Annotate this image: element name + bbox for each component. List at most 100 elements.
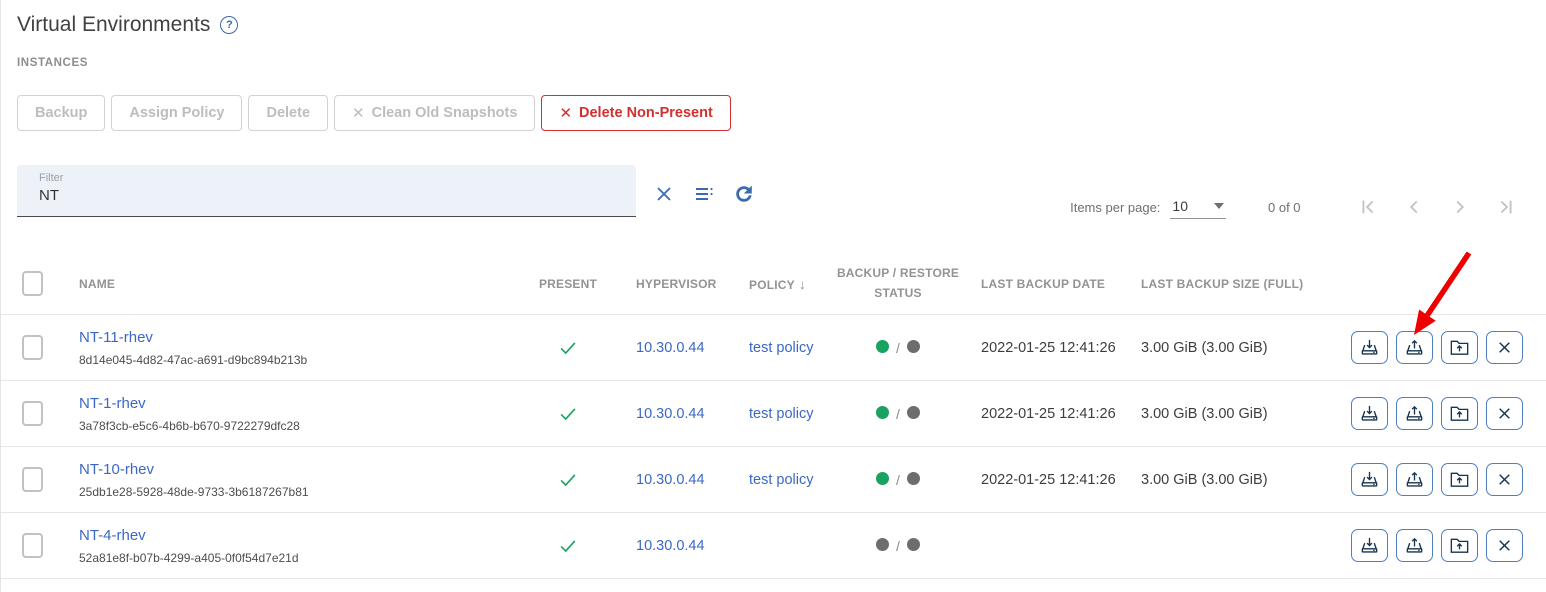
backup-tray-down-icon [1358,468,1381,491]
status-separator: / [896,538,900,554]
table-row: NT-11-rhev 8d14e045-4d82-47ac-a691-d9bc8… [1,315,1546,381]
select-all-checkbox[interactable] [22,271,43,296]
policy-link[interactable]: test policy [749,472,813,488]
delete-action-button[interactable] [1486,397,1523,430]
row-checkbox[interactable] [22,335,43,360]
items-per-page-select[interactable]: 10 [1170,196,1226,219]
filter-field[interactable]: Filter [17,165,636,217]
row-checkbox[interactable] [22,533,43,558]
instance-name-link[interactable]: NT-1-rhev [79,395,146,412]
backup-tray-down-icon [1358,336,1381,359]
items-per-page-value: 10 [1172,198,1188,214]
backup-action-button[interactable] [1351,463,1388,496]
header-last-backup-size: LAST BACKUP SIZE (FULL) [1123,277,1333,291]
last-backup-date: 2022-01-25 12:41:26 [963,472,1123,488]
filter-settings-button[interactable] [690,180,718,208]
page-header: Virtual Environments ? [17,13,1546,37]
restore-tray-up-icon [1403,336,1426,359]
mount-action-button[interactable] [1441,529,1478,562]
mount-action-button[interactable] [1441,331,1478,364]
hypervisor-link[interactable]: 10.30.0.44 [636,472,705,488]
filter-actions [650,180,758,208]
present-check-icon [557,337,579,359]
assign-policy-button[interactable]: Assign Policy [111,95,242,131]
instance-uuid: 52a81e8f-b07b-4299-a405-0f0f54d7e21d [79,551,518,565]
status-separator: / [896,406,900,422]
clear-filter-button[interactable] [650,180,678,208]
mount-action-button[interactable] [1441,397,1478,430]
filter-input[interactable] [39,187,599,204]
backup-status-dot [876,538,889,551]
folder-up-icon [1448,468,1471,491]
toolbar: Backup Assign Policy Delete ✕ Clean Old … [17,95,1546,131]
delete-action-button[interactable] [1486,331,1523,364]
present-check-icon [557,469,579,491]
clean-old-snapshots-button[interactable]: ✕ Clean Old Snapshots [334,95,535,131]
backup-action-button[interactable] [1351,529,1388,562]
mount-action-button[interactable] [1441,463,1478,496]
last-page-button[interactable] [1492,193,1520,221]
row-checkbox[interactable] [22,467,43,492]
present-check-icon [557,535,579,557]
refresh-icon [733,183,755,205]
delete-non-present-button[interactable]: ✕ Delete Non-Present [541,95,730,131]
chevron-down-icon [1214,203,1224,209]
hypervisor-link[interactable]: 10.30.0.44 [636,406,705,422]
delete-x-icon [1493,534,1516,557]
next-page-button[interactable] [1446,193,1474,221]
backup-status-dot [876,340,889,353]
backup-action-button[interactable] [1351,331,1388,364]
last-page-icon [1495,196,1517,218]
policy-link[interactable]: test policy [749,406,813,422]
refresh-button[interactable] [730,180,758,208]
table-row: NT-4-rhev 52a81e8f-b07b-4299-a405-0f0f54… [1,513,1546,579]
help-icon[interactable]: ? [220,16,238,34]
backup-status-dot [876,472,889,485]
status-separator: / [896,340,900,356]
restore-tray-up-icon [1403,402,1426,425]
x-icon: ✕ [352,104,365,122]
delete-x-icon [1493,402,1516,425]
instances-table: NAME PRESENT HYPERVISOR POLICY↓ BACKUP /… [1,253,1546,579]
policy-link[interactable]: test policy [749,340,813,356]
row-actions [1333,331,1546,364]
row-checkbox[interactable] [22,401,43,426]
previous-page-icon [1403,196,1425,218]
paginator: Items per page: 10 0 of 0 [1070,193,1520,221]
row-actions [1333,397,1546,430]
filter-field-label: Filter [39,172,63,184]
backup-tray-down-icon [1358,402,1381,425]
restore-action-button[interactable] [1396,331,1433,364]
previous-page-button[interactable] [1400,193,1428,221]
restore-action-button[interactable] [1396,529,1433,562]
backup-tray-down-icon [1358,534,1381,557]
sort-descending-icon: ↓ [799,276,806,292]
header-hypervisor: HYPERVISOR [618,277,731,291]
instance-uuid: 3a78f3cb-e5c6-4b6b-b670-9722279dfc28 [79,419,518,433]
backup-action-button[interactable] [1351,397,1388,430]
present-check-icon [557,403,579,425]
header-policy[interactable]: POLICY↓ [731,276,833,292]
backup-button[interactable]: Backup [17,95,105,131]
instances-section-label: INSTANCES [17,57,1546,69]
instance-name-link[interactable]: NT-11-rhev [79,329,153,346]
header-last-backup-date: LAST BACKUP DATE [963,277,1123,291]
restore-action-button[interactable] [1396,397,1433,430]
delete-action-button[interactable] [1486,529,1523,562]
restore-tray-up-icon [1403,468,1426,491]
hypervisor-link[interactable]: 10.30.0.44 [636,538,705,554]
clean-old-snapshots-label: Clean Old Snapshots [372,105,518,121]
first-page-button[interactable] [1354,193,1382,221]
last-backup-size: 3.00 GiB (3.00 GiB) [1123,340,1333,356]
delete-action-button[interactable] [1486,463,1523,496]
instance-name-link[interactable]: NT-4-rhev [79,527,146,544]
header-present: PRESENT [518,277,618,291]
restore-status-dot [907,406,920,419]
instance-name-link[interactable]: NT-10-rhev [79,461,154,478]
restore-action-button[interactable] [1396,463,1433,496]
delete-button[interactable]: Delete [248,95,328,131]
table-row: NT-10-rhev 25db1e28-5928-48de-9733-3b618… [1,447,1546,513]
folder-up-icon [1448,402,1471,425]
status-separator: / [896,472,900,488]
hypervisor-link[interactable]: 10.30.0.44 [636,340,705,356]
